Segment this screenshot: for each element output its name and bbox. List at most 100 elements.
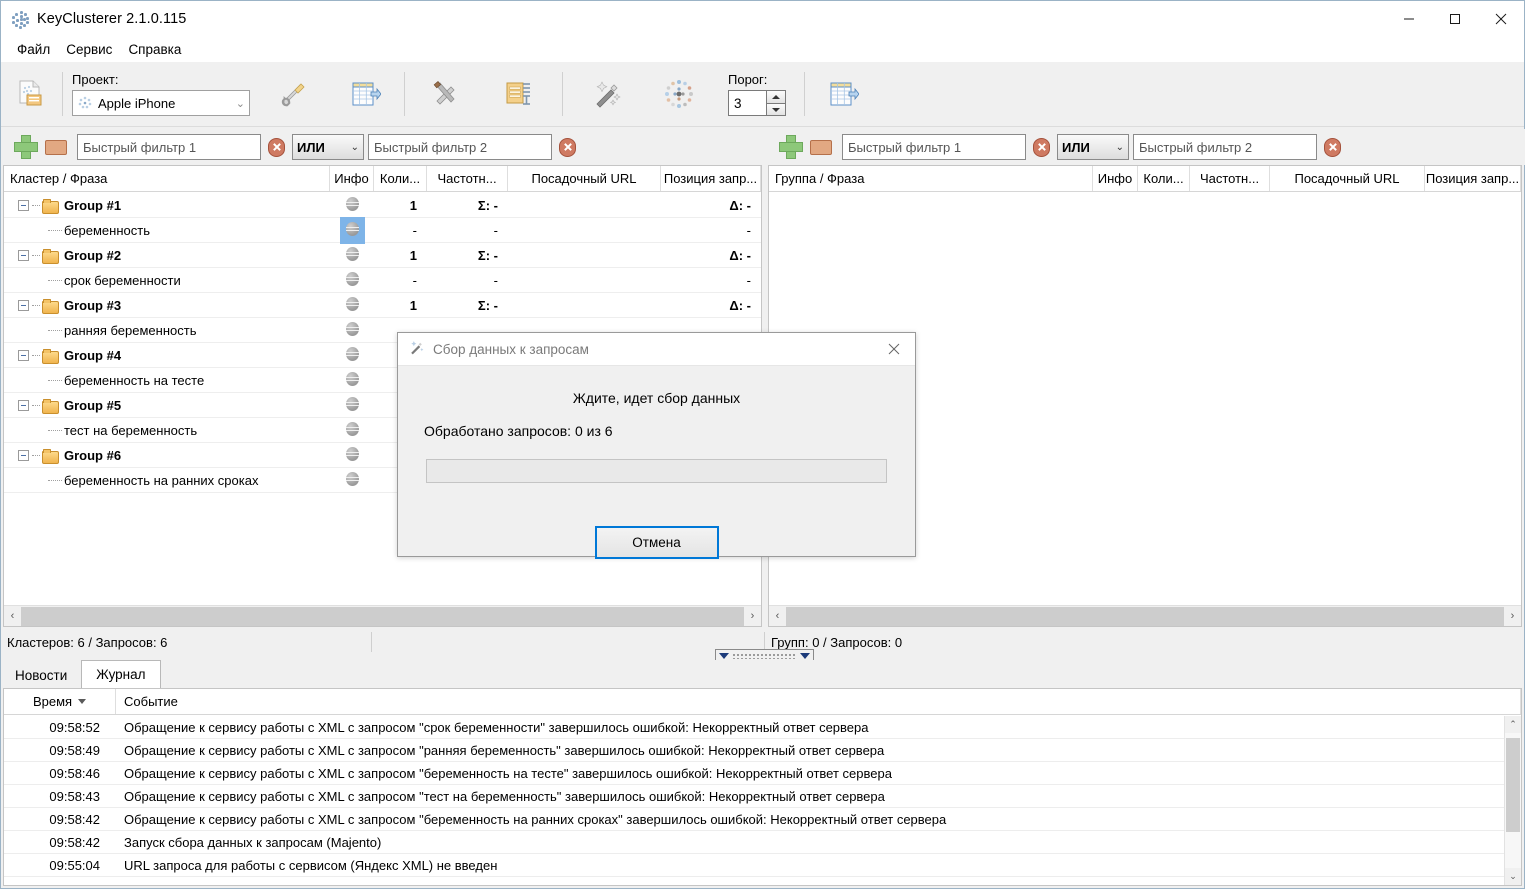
log-column-time[interactable]: Время bbox=[4, 689, 116, 714]
log-vertical-scrollbar[interactable]: ⌃ ⌄ bbox=[1504, 716, 1521, 885]
info-cell[interactable] bbox=[330, 468, 374, 493]
log-row[interactable]: 09:58:52 Обращение к сервису работы с XML… bbox=[4, 716, 1504, 739]
right-horizontal-scrollbar[interactable]: ‹ › bbox=[769, 605, 1521, 626]
info-cell[interactable] bbox=[330, 393, 374, 418]
count-cell[interactable]: - bbox=[374, 268, 427, 293]
menu-item-file[interactable]: Файл bbox=[9, 39, 58, 60]
log-row[interactable]: 09:58:49 Обращение к сервису работы с XML… bbox=[4, 739, 1504, 762]
maximize-button[interactable] bbox=[1432, 1, 1478, 37]
wrench-icon[interactable] bbox=[270, 71, 316, 117]
globe-icon[interactable] bbox=[345, 221, 359, 236]
tree-phrase-node[interactable]: тест на беременность bbox=[4, 418, 330, 443]
grid-column-header[interactable]: Частотн... bbox=[1190, 166, 1270, 191]
info-cell[interactable] bbox=[330, 368, 374, 393]
scroll-down-icon[interactable]: ⌄ bbox=[1505, 868, 1521, 885]
log-vscroll-thumb[interactable] bbox=[1506, 738, 1520, 832]
scroll-right-icon[interactable]: › bbox=[1504, 607, 1521, 626]
frequency-cell[interactable]: - bbox=[427, 218, 508, 243]
tree-expander-icon[interactable] bbox=[18, 299, 29, 311]
keyboard-icon[interactable] bbox=[45, 139, 67, 155]
table-row[interactable]: Group #3 1 Σ: - Δ: - bbox=[4, 293, 761, 318]
grid-column-header[interactable]: Коли... bbox=[374, 166, 427, 191]
tree-expander-icon[interactable] bbox=[18, 349, 29, 361]
right-filter-operator-dropdown[interactable]: ИЛИ ⌄ bbox=[1057, 134, 1129, 160]
frequency-cell[interactable]: Σ: - bbox=[427, 293, 508, 318]
info-cell[interactable] bbox=[330, 343, 374, 368]
info-cell[interactable] bbox=[330, 268, 374, 293]
info-cell[interactable] bbox=[330, 293, 374, 318]
tree-group-node[interactable]: Group #4 bbox=[4, 343, 330, 368]
right-clear-filter-1-icon[interactable] bbox=[1033, 137, 1050, 157]
grid-column-header[interactable]: Группа / Фраза bbox=[769, 166, 1093, 191]
tab-news[interactable]: Новости bbox=[1, 663, 82, 688]
archive-icon[interactable] bbox=[496, 71, 542, 117]
position-cell[interactable]: Δ: - bbox=[661, 193, 761, 218]
tree-phrase-node[interactable]: беременность bbox=[4, 218, 330, 243]
globe-icon[interactable] bbox=[345, 321, 359, 336]
right-hscroll-thumb[interactable] bbox=[786, 606, 1504, 626]
tree-group-node[interactable]: Group #3 bbox=[4, 293, 330, 318]
tree-phrase-node[interactable]: ранняя беременность bbox=[4, 318, 330, 343]
globe-icon[interactable] bbox=[345, 271, 359, 286]
threshold-value[interactable]: 3 bbox=[728, 90, 766, 116]
left-filter-operator-dropdown[interactable]: ИЛИ ⌄ bbox=[292, 134, 364, 160]
threshold-stepper[interactable]: 3 bbox=[728, 90, 786, 116]
menu-item-service[interactable]: Сервис bbox=[58, 39, 120, 60]
grid-column-header[interactable]: Посадочный URL bbox=[508, 166, 661, 191]
log-row[interactable]: 09:58:42 Запуск сбора данных к запросам (… bbox=[4, 831, 1504, 854]
tree-phrase-node[interactable]: беременность на тесте bbox=[4, 368, 330, 393]
left-quick-filter-1-input[interactable]: Быстрый фильтр 1 bbox=[77, 134, 261, 160]
scroll-right-icon[interactable]: › bbox=[744, 607, 761, 626]
tab-journal[interactable]: Журнал bbox=[81, 660, 161, 688]
tree-group-node[interactable]: Group #2 bbox=[4, 243, 330, 268]
grid-column-header[interactable]: Посадочный URL bbox=[1270, 166, 1425, 191]
info-cell[interactable] bbox=[330, 193, 374, 218]
count-cell[interactable]: - bbox=[374, 218, 427, 243]
export-table-icon[interactable] bbox=[820, 71, 866, 117]
project-dropdown[interactable]: Apple iPhone ⌄ bbox=[72, 90, 250, 116]
grid-column-header[interactable]: Позиция запр... bbox=[1425, 166, 1521, 191]
log-column-event[interactable]: Событие bbox=[116, 689, 1521, 714]
threshold-decrement-button[interactable] bbox=[766, 103, 786, 116]
tree-group-node[interactable]: Group #6 bbox=[4, 443, 330, 468]
table-row[interactable]: Group #2 1 Σ: - Δ: - bbox=[4, 243, 761, 268]
scroll-left-icon[interactable]: ‹ bbox=[4, 607, 21, 626]
info-cell[interactable] bbox=[330, 443, 374, 468]
count-cell[interactable]: 1 bbox=[374, 293, 427, 318]
tree-group-node[interactable]: Group #1 bbox=[4, 193, 330, 218]
grid-column-header[interactable]: Инфо bbox=[330, 166, 374, 191]
landing-url-cell[interactable] bbox=[508, 268, 661, 293]
count-cell[interactable]: 1 bbox=[374, 243, 427, 268]
right-quick-filter-2-input[interactable]: Быстрый фильтр 2 bbox=[1133, 134, 1317, 160]
scroll-left-icon[interactable]: ‹ bbox=[769, 607, 786, 626]
close-button[interactable] bbox=[1478, 1, 1524, 37]
left-hscroll-track[interactable] bbox=[21, 606, 744, 626]
log-rows[interactable]: 09:58:52 Обращение к сервису работы с XML… bbox=[4, 716, 1504, 885]
right-clear-filter-2-icon[interactable] bbox=[1324, 137, 1341, 157]
info-cell[interactable] bbox=[330, 243, 374, 268]
globe-icon[interactable] bbox=[345, 371, 359, 386]
cluster-icon[interactable] bbox=[656, 71, 702, 117]
dialog-cancel-button[interactable]: Отмена bbox=[594, 526, 719, 559]
threshold-increment-button[interactable] bbox=[766, 90, 786, 103]
import-table-icon[interactable] bbox=[342, 71, 388, 117]
log-row[interactable]: 09:58:42 Обращение к сервису работы с XML… bbox=[4, 808, 1504, 831]
left-clear-filter-2-icon[interactable] bbox=[559, 137, 576, 157]
globe-icon[interactable] bbox=[345, 296, 359, 311]
position-cell[interactable]: - bbox=[661, 268, 761, 293]
info-cell[interactable] bbox=[330, 418, 374, 443]
info-cell[interactable] bbox=[330, 216, 374, 244]
tools-icon[interactable] bbox=[424, 71, 470, 117]
log-row[interactable]: 09:58:46 Обращение к сервису работы с XML… bbox=[4, 762, 1504, 785]
landing-url-cell[interactable] bbox=[508, 293, 661, 318]
magic-wand-icon[interactable] bbox=[584, 71, 630, 117]
grid-column-header[interactable]: Позиция запр... bbox=[661, 166, 761, 191]
log-row[interactable]: 09:55:04 URL запроса для работы с сервисо… bbox=[4, 854, 1504, 877]
new-project-icon[interactable] bbox=[7, 71, 53, 117]
grid-column-header[interactable]: Инфо bbox=[1093, 166, 1138, 191]
scroll-up-icon[interactable]: ⌃ bbox=[1505, 716, 1521, 733]
landing-url-cell[interactable] bbox=[508, 193, 661, 218]
tree-phrase-node[interactable]: беременность на ранних сроках bbox=[4, 468, 330, 493]
position-cell[interactable]: - bbox=[661, 218, 761, 243]
position-cell[interactable]: Δ: - bbox=[661, 293, 761, 318]
